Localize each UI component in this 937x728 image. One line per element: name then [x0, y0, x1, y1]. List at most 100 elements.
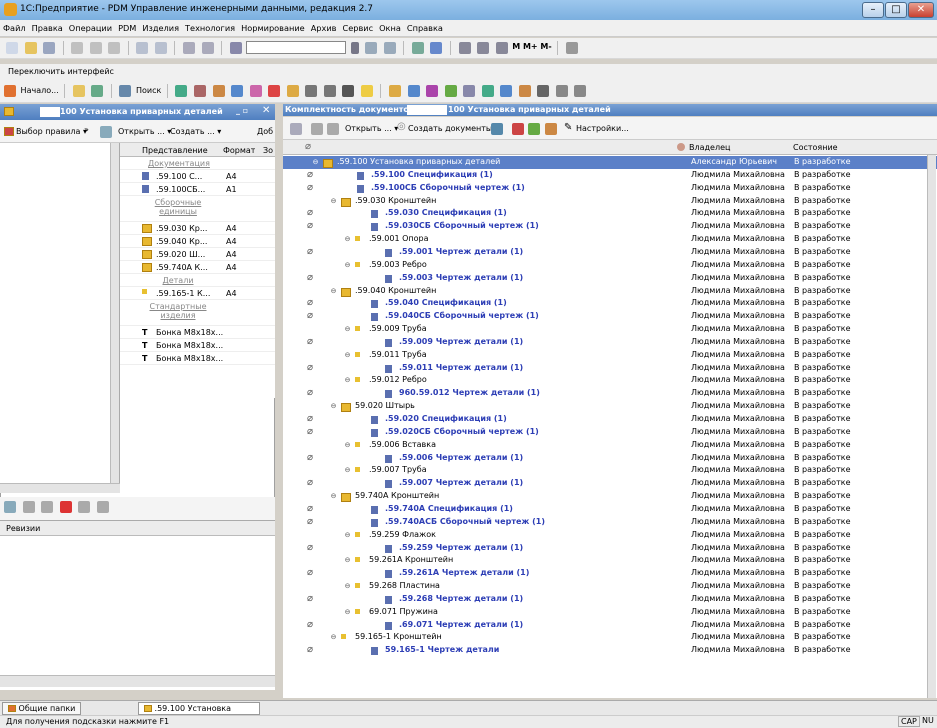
- tool-j-icon[interactable]: [444, 85, 457, 97]
- document-row[interactable]: ⊖ 59.268 Пластина Людмила Михайловна В разр…: [283, 580, 937, 593]
- tool-a-icon[interactable]: [194, 85, 206, 97]
- collapse-node-icon[interactable]: ⊖: [343, 376, 352, 385]
- open-button[interactable]: Открыть ... ▾: [118, 127, 171, 136]
- close-icon[interactable]: ✕: [262, 105, 270, 116]
- tool-p-icon[interactable]: [574, 85, 587, 97]
- tool-l-icon[interactable]: [481, 85, 494, 97]
- col-zone[interactable]: Зо: [263, 144, 273, 157]
- tool-e-icon[interactable]: [268, 85, 281, 97]
- save-icon[interactable]: [43, 42, 56, 54]
- collapse-node-icon[interactable]: ⊖: [329, 402, 338, 411]
- document-row[interactable]: ⌀ 59.165-1 Чертеж детали Людмила Михайловн…: [283, 644, 937, 657]
- attachment-column-icon[interactable]: ⌀: [305, 141, 311, 152]
- refresh-icon[interactable]: [411, 42, 424, 54]
- start-button[interactable]: Начало...: [21, 86, 59, 95]
- tree-hscrollbar[interactable]: [0, 483, 120, 493]
- document-row[interactable]: ⊖ .59.012 Ребро Людмила Михайловна В разраб…: [283, 374, 937, 387]
- chevron-down-icon[interactable]: [350, 42, 359, 54]
- collapse-icon[interactable]: [327, 123, 339, 135]
- document-row[interactable]: ⌀ 960.59.012 Чертеж детали (1) Людмила Мих…: [283, 387, 937, 400]
- calculator-icon[interactable]: [495, 42, 508, 54]
- cut-icon[interactable]: [71, 42, 84, 54]
- composition-row[interactable]: Детали: [120, 274, 275, 287]
- document-row[interactable]: ⊖ 59.740А Кронштейн Людмила Михайловна В ра…: [283, 490, 937, 503]
- close-button[interactable]: ✕: [908, 2, 934, 18]
- collapse-node-icon[interactable]: ⊖: [343, 235, 352, 244]
- menu-0[interactable]: Файл: [0, 20, 29, 36]
- document-row[interactable]: ⌀ .59.030СБ Сборочный чертеж (1) Людмила М…: [283, 220, 937, 233]
- edit-revision-icon[interactable]: [41, 501, 54, 513]
- col-presentation[interactable]: Представление: [142, 144, 208, 157]
- collapse-node-icon[interactable]: ⊖: [329, 492, 338, 501]
- sum-icon[interactable]: [305, 85, 318, 97]
- composition-row[interactable]: Стандартные изделия: [120, 300, 275, 326]
- filter-icon[interactable]: [528, 123, 540, 135]
- col-owner[interactable]: Владелец: [689, 143, 730, 152]
- forward-icon[interactable]: [201, 42, 214, 54]
- menu-10[interactable]: Справка: [404, 20, 446, 36]
- settings-button[interactable]: Настройки...: [576, 124, 629, 133]
- minimize-button[interactable]: –: [862, 2, 884, 18]
- document-row[interactable]: ⌀ .59.001 Чертеж детали (1) Людмила Михайл…: [283, 246, 937, 259]
- document-row[interactable]: ⊖ .59.003 Ребро Людмила Михайловна В разраб…: [283, 259, 937, 272]
- maximize-button[interactable]: □: [885, 2, 907, 18]
- collapse-node-icon[interactable]: ⊖: [343, 531, 352, 540]
- tool-d-icon[interactable]: [249, 85, 262, 97]
- search-button[interactable]: Поиск: [136, 86, 161, 95]
- tool-k-icon[interactable]: [463, 85, 476, 97]
- add-revision-icon[interactable]: [4, 501, 16, 513]
- sync-icon[interactable]: [175, 85, 188, 97]
- copy-icon[interactable]: [89, 42, 102, 54]
- list-icon[interactable]: [290, 123, 302, 135]
- tool-m-icon[interactable]: [500, 85, 513, 97]
- document-row[interactable]: ⌀ .59.020 Спецификация (1) Людмила Михайло…: [283, 413, 937, 426]
- document-row[interactable]: ⌀ .59.740А Спецификация (1) Людмила Михайл…: [283, 503, 937, 516]
- tab-shared-folders[interactable]: Общие папки: [2, 702, 82, 715]
- tool-n-icon[interactable]: [518, 85, 531, 97]
- document-row[interactable]: ⊖ 69.071 Пружина Людмила Михайловна В разра…: [283, 606, 937, 619]
- open-button[interactable]: Открыть ... ▾: [345, 124, 398, 133]
- search-input[interactable]: [246, 41, 347, 54]
- table-icon[interactable]: [458, 42, 471, 54]
- tab-assembly[interactable]: .59.100 Установка при...: [138, 702, 260, 725]
- menu-9[interactable]: Окна: [376, 20, 404, 36]
- document-row[interactable]: ⊖ .59.030 Кронштейн Людмила Михайловна В ра…: [283, 195, 937, 208]
- document-row[interactable]: ⌀ .59.007 Чертеж детали (1) Людмила Михайл…: [283, 477, 937, 490]
- grid-icon[interactable]: [323, 85, 336, 97]
- star-icon[interactable]: [360, 85, 373, 97]
- menu-4[interactable]: Изделия: [139, 20, 182, 36]
- barcode-icon[interactable]: [537, 85, 550, 97]
- folder-icon[interactable]: [72, 85, 85, 97]
- search-icon[interactable]: [229, 42, 242, 54]
- print-icon[interactable]: [136, 42, 149, 54]
- documents-scrollbar[interactable]: [927, 155, 936, 698]
- tool-i-icon[interactable]: [426, 85, 439, 97]
- composition-row[interactable]: T Бонка М8х18х...: [120, 326, 275, 339]
- document-row[interactable]: ⊖ .59.009 Труба Людмила Михайловна В разраб…: [283, 323, 937, 336]
- document-row[interactable]: ⊖ .59.001 Опора Людмила Михайловна В разраб…: [283, 233, 937, 246]
- document-row[interactable]: ⌀ .59.040 Спецификация (1) Людмила Михайло…: [283, 297, 937, 310]
- document-row[interactable]: ⊖ .59.007 Труба Людмила Михайловна В разраб…: [283, 464, 937, 477]
- document-row[interactable]: ⊖ .59.040 Кронштейн Людмила Михайловна В ра…: [283, 285, 937, 298]
- sort-asc-icon[interactable]: [78, 501, 91, 513]
- open-icon[interactable]: [100, 126, 112, 138]
- collapse-node-icon[interactable]: ⊖: [329, 633, 338, 642]
- menu-8[interactable]: Сервис: [340, 20, 377, 36]
- composition-row[interactable]: .59.740А К... A4: [120, 261, 275, 274]
- document-row[interactable]: ⌀ .59.009 Чертеж детали (1) Людмила Михайл…: [283, 336, 937, 349]
- report-icon[interactable]: [545, 123, 557, 135]
- document-row[interactable]: ⌀ .59.006 Чертеж детали (1) Людмила Михайл…: [283, 452, 937, 465]
- revisions-hscrollbar[interactable]: [0, 675, 275, 687]
- col-format[interactable]: Формат: [223, 144, 255, 157]
- new-icon[interactable]: [6, 42, 18, 54]
- collapse-node-icon[interactable]: ⊖: [343, 608, 352, 617]
- find-icon[interactable]: [365, 42, 378, 54]
- document-row[interactable]: ⊖ .59.011 Труба Людмила Михайловна В разраб…: [283, 349, 937, 362]
- tools-icon[interactable]: [565, 42, 578, 54]
- composition-row[interactable]: .59.040 Кр... A4: [120, 235, 275, 248]
- calendar-icon[interactable]: [477, 42, 490, 54]
- tool-b-icon[interactable]: [212, 85, 225, 97]
- document-row[interactable]: ⌀ .59.030 Спецификация (1) Людмила Михайло…: [283, 207, 937, 220]
- collapse-node-icon[interactable]: ⊖: [311, 158, 320, 167]
- tree-scrollbar[interactable]: [110, 143, 119, 493]
